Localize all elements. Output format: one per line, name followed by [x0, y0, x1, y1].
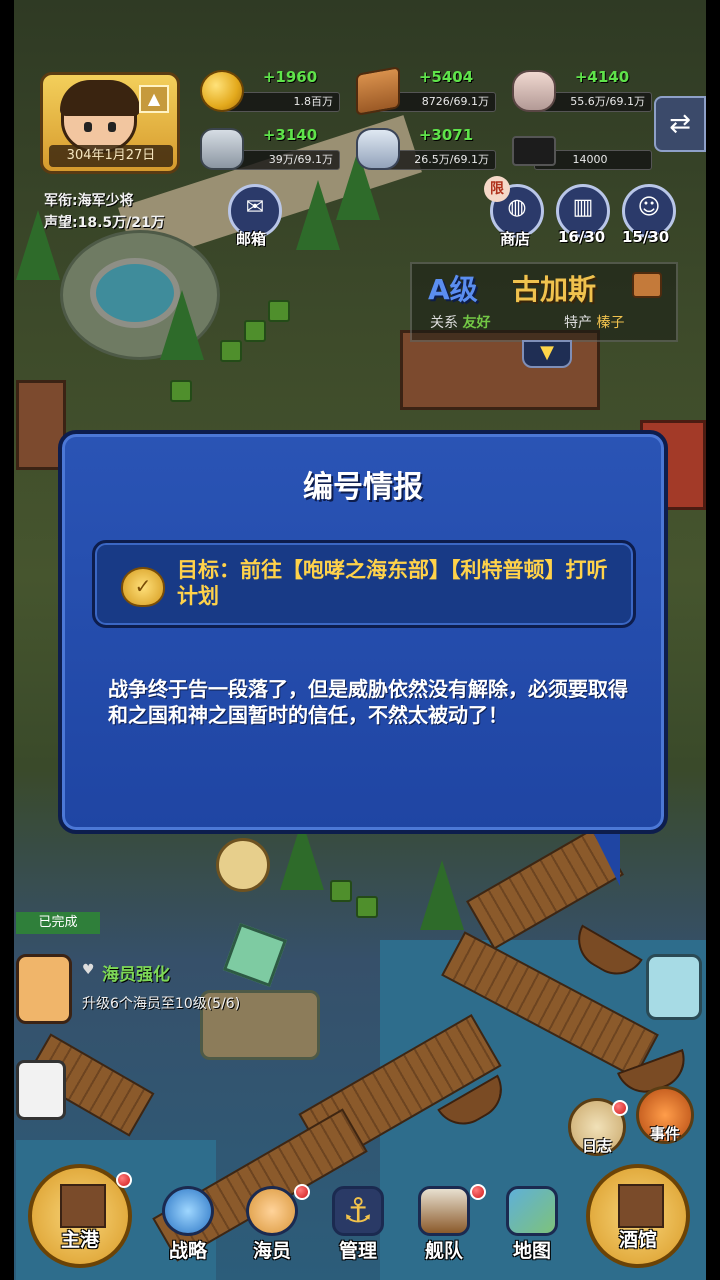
event-button[interactable]: 事件	[636, 1086, 694, 1144]
goal-text: 目标：前往【咆哮之海东部】【利特普顿】打听计划	[177, 558, 608, 608]
avatar-eye	[84, 122, 92, 132]
resource-coin[interactable]: +1960 1.8百万	[200, 68, 340, 112]
nav-manage[interactable]: ⚓ 管理	[322, 1186, 394, 1266]
anchor-icon: ⚓	[332, 1186, 384, 1236]
nav-label: 舰队	[424, 1240, 463, 1262]
intel-dialog[interactable]: 编号情报 目标：前往【咆哮之海东部】【利特普顿】打听计划 战争终于告一段落了，但…	[58, 430, 668, 834]
event-label: 事件	[649, 1125, 680, 1143]
game-date: 304年1月27日	[49, 145, 173, 167]
chevron-down-icon[interactable]: ▼	[522, 340, 572, 368]
pine-tree	[420, 860, 464, 930]
nav-tavern[interactable]: 酒馆	[586, 1164, 690, 1268]
nav-map[interactable]: 地图	[496, 1186, 568, 1266]
resource-gain: +3071	[418, 126, 474, 144]
wood-icon	[356, 66, 400, 116]
dialog-title: 编号情报	[303, 470, 423, 505]
city-product: 特产 榛子	[564, 312, 624, 332]
resource-gain: +3140	[262, 126, 318, 144]
hedge	[356, 896, 378, 918]
task-desc[interactable]: 升级6个海员至10级(5/6)	[82, 994, 272, 1014]
hedge	[330, 880, 352, 902]
gem-icon	[356, 128, 400, 170]
avatar-eye	[108, 122, 116, 132]
cat-npc[interactable]	[646, 954, 702, 1020]
resource-wood[interactable]: +5404 8726/69.1万	[356, 66, 496, 116]
crystal-statue	[222, 922, 288, 988]
hedge	[244, 320, 266, 342]
swap-sign	[216, 838, 270, 892]
task-done-badge[interactable]: 已完成	[16, 912, 100, 934]
relation-label: 关系	[430, 315, 458, 331]
player-avatar-card[interactable]: ▲ 304年1月27日	[40, 72, 180, 174]
crew-face-icon	[246, 1186, 298, 1236]
nav-label: 主港	[60, 1229, 99, 1251]
hedge	[220, 340, 242, 362]
iron-icon	[200, 128, 244, 170]
pine-tree	[160, 290, 204, 360]
dialog-tail	[590, 826, 620, 886]
portrait-icon: ☺	[637, 195, 661, 220]
notification-dot	[294, 1184, 310, 1200]
nav-label: 管理	[338, 1240, 377, 1262]
product-label: 特产	[564, 315, 592, 331]
resource-stone[interactable]: +4140 55.6万/69.1万	[512, 68, 652, 112]
city-product-icon	[632, 272, 662, 298]
pine-tree	[296, 180, 340, 250]
swap-view-button[interactable]: ⇄	[654, 96, 706, 152]
task-title[interactable]: 海员强化	[80, 960, 170, 985]
graduation-cap-icon	[512, 136, 556, 166]
resource-gain: +1960	[262, 68, 318, 86]
player-fame: 声望:18.5万/21万	[44, 215, 165, 231]
resource-gain: +4140	[574, 68, 630, 86]
letterbox-left	[0, 0, 14, 1280]
nav-strategy[interactable]: 战略	[152, 1186, 224, 1266]
ship-icon	[418, 1186, 470, 1236]
notification-dot	[612, 1100, 628, 1116]
resource-cap[interactable]: 14000	[512, 126, 652, 170]
log-label: 日志	[581, 1137, 612, 1155]
goal-box: 目标：前往【咆哮之海东部】【利特普顿】打听计划	[92, 540, 636, 628]
crew-collection-count: 15/30	[622, 228, 670, 246]
port-building-icon	[60, 1184, 106, 1228]
resource-iron[interactable]: +3140 39万/69.1万	[200, 126, 340, 170]
nav-label: 酒馆	[618, 1229, 657, 1251]
nav-label: 地图	[512, 1240, 551, 1262]
map-icon	[506, 1186, 558, 1236]
hedge	[268, 300, 290, 322]
letterbox-right	[706, 0, 720, 1280]
ghost-npc[interactable]	[16, 1060, 66, 1120]
medal-icon	[121, 567, 165, 607]
mail-label: 邮箱	[236, 230, 267, 248]
resource-gem[interactable]: +3071 26.5万/69.1万	[356, 126, 496, 170]
city-relation: 关系 友好	[430, 312, 490, 332]
nav-label: 战略	[168, 1240, 207, 1262]
coin-icon	[200, 70, 244, 112]
notification-dot	[470, 1184, 486, 1200]
shop-label: 商店	[500, 230, 531, 248]
city-name: 古加斯	[512, 273, 597, 306]
envelope-icon: ✉	[245, 195, 265, 220]
book-icon: ▥	[572, 195, 594, 220]
product-value: 榛子	[596, 315, 625, 331]
game-map[interactable]: ▲ 304年1月27日 军衔:海军少将 声望:18.5万/21万 +1960 1…	[0, 0, 720, 1280]
globe-icon	[162, 1186, 214, 1236]
stone-icon	[512, 70, 556, 112]
tavern-building-icon	[618, 1184, 664, 1228]
nav-fleet[interactable]: 舰队	[408, 1186, 480, 1266]
nav-label: 海员	[252, 1240, 291, 1262]
limited-tag: 限	[484, 176, 510, 202]
shiba-npc[interactable]	[16, 954, 72, 1024]
dialog-body: 战争终于告一段落了，但是威胁依然没有解除，必须要取得和之国和神之国暂时的信任，不…	[108, 677, 628, 727]
avatar	[60, 80, 140, 153]
rank-up-icon[interactable]: ▲	[139, 85, 169, 113]
resource-gain: +5404	[418, 68, 474, 86]
city-info-panel[interactable]: A级 古加斯 关系 友好 特产 榛子	[410, 262, 678, 342]
codex-count: 16/30	[558, 228, 606, 246]
notification-dot	[116, 1172, 132, 1188]
city-grade: A级	[428, 273, 478, 306]
hedge	[170, 380, 192, 402]
avatar-hair	[60, 80, 140, 116]
relation-value: 友好	[462, 315, 491, 331]
player-rank: 军衔:海军少将	[44, 193, 134, 209]
